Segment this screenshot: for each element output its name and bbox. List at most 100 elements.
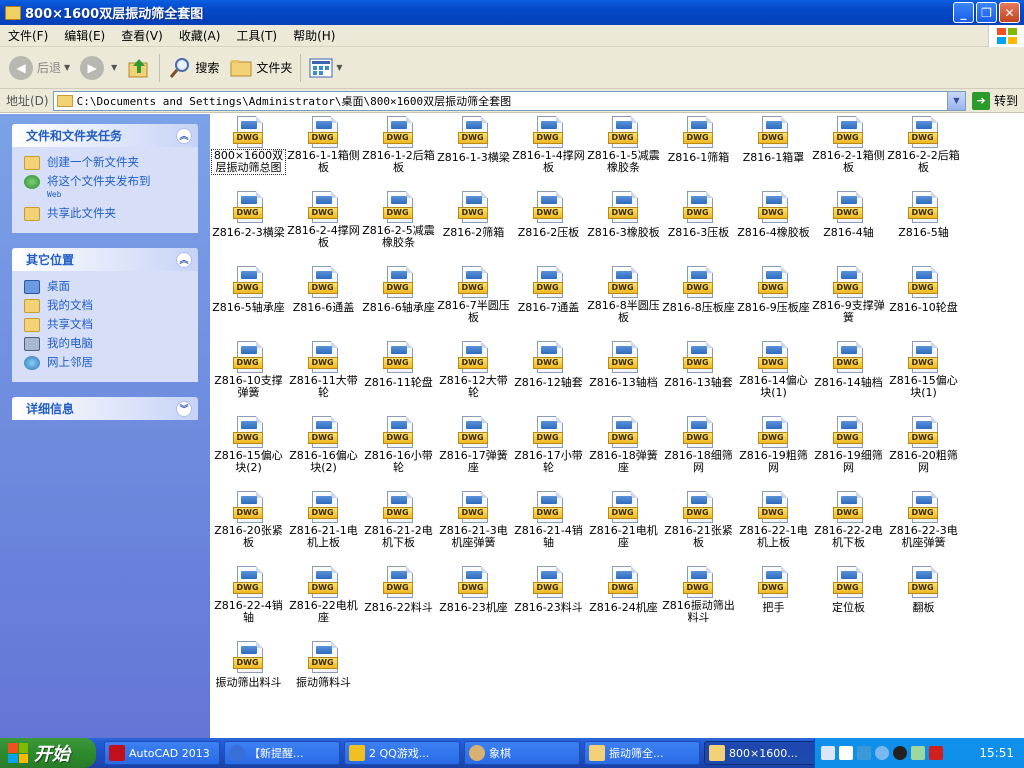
views-button[interactable]: ▼ bbox=[304, 51, 347, 85]
menu-favorites[interactable]: 收藏(A) bbox=[171, 25, 229, 47]
search-button[interactable]: 搜索 bbox=[163, 51, 224, 85]
collapse-chevron-icon[interactable]: ︽ bbox=[176, 127, 192, 144]
task-folder-current[interactable]: 800×1600... bbox=[704, 741, 820, 765]
place-my-computer[interactable]: 我的电脑 bbox=[24, 336, 188, 351]
file-item[interactable]: DWG 800×1600双层振动筛总图 bbox=[211, 116, 286, 175]
file-item[interactable]: DWG Z816-21-2电机下板 bbox=[362, 491, 435, 549]
file-item[interactable]: DWG Z816-21-4销轴 bbox=[512, 491, 585, 549]
qq-icon[interactable] bbox=[893, 746, 907, 760]
file-item[interactable]: DWG Z816-22料斗 bbox=[362, 566, 435, 614]
file-item[interactable]: DWG Z816-7半圆压板 bbox=[437, 266, 510, 324]
file-item[interactable]: DWG Z816-1-1箱侧板 bbox=[287, 116, 360, 174]
menu-edit[interactable]: 编辑(E) bbox=[56, 25, 113, 47]
file-item[interactable]: DWG Z816-1-2后箱板 bbox=[362, 116, 435, 174]
menu-file[interactable]: 文件(F) bbox=[0, 25, 56, 47]
file-item[interactable]: DWG Z816-12轴套 bbox=[512, 341, 585, 389]
file-item[interactable]: DWG Z816-24机座 bbox=[587, 566, 660, 614]
task-reminder[interactable]: 【新提醒... bbox=[224, 741, 340, 765]
file-item[interactable]: DWG Z816-2-3横梁 bbox=[212, 191, 285, 239]
file-item[interactable]: DWG Z816-22-2电机下板 bbox=[812, 491, 885, 549]
file-item[interactable]: DWG Z816-17弹簧座 bbox=[437, 416, 510, 474]
help-icon[interactable] bbox=[839, 746, 853, 760]
file-item[interactable]: DWG Z816-17小带轮 bbox=[512, 416, 585, 474]
volume-icon[interactable] bbox=[911, 746, 925, 760]
file-item[interactable]: DWG Z816-10轮盘 bbox=[887, 266, 960, 314]
place-shared-documents[interactable]: 共享文档 bbox=[24, 317, 188, 332]
file-item[interactable]: DWG Z816-22-4销轴 bbox=[212, 566, 285, 624]
task-publish-web[interactable]: 将这个文件夹发布到 Web bbox=[24, 174, 188, 202]
file-item[interactable]: DWG Z816-2-2后箱板 bbox=[887, 116, 960, 174]
file-item[interactable]: DWG Z816-21-3电机座弹簧 bbox=[437, 491, 510, 549]
file-item[interactable]: DWG Z816-13轴档 bbox=[587, 341, 660, 389]
keyboard-icon[interactable] bbox=[821, 746, 835, 760]
file-item[interactable]: DWG 翻板 bbox=[887, 566, 960, 614]
start-button[interactable]: 开始 bbox=[0, 738, 96, 768]
file-item[interactable]: DWG Z816-4轴 bbox=[812, 191, 885, 239]
file-item[interactable]: DWG Z816-3压板 bbox=[662, 191, 735, 239]
file-item[interactable]: DWG Z816-23料斗 bbox=[512, 566, 585, 614]
file-item[interactable]: DWG 振动筛料斗 bbox=[287, 641, 360, 689]
go-button[interactable]: ➔ 转到 bbox=[966, 91, 1024, 110]
file-item[interactable]: DWG Z816-16小带轮 bbox=[362, 416, 435, 474]
close-button[interactable]: ✕ bbox=[999, 2, 1020, 23]
file-item[interactable]: DWG Z816-7通盖 bbox=[512, 266, 585, 314]
file-item[interactable]: DWG Z816-6通盖 bbox=[287, 266, 360, 314]
file-item[interactable]: DWG Z816-22-1电机上板 bbox=[737, 491, 810, 549]
file-item[interactable]: DWG Z816-23机座 bbox=[437, 566, 510, 614]
file-item[interactable]: DWG Z816-2-5减震橡胶条 bbox=[362, 191, 435, 249]
file-item[interactable]: DWG Z816-12大带轮 bbox=[437, 341, 510, 399]
network-icon[interactable] bbox=[857, 746, 871, 760]
task-qq-games[interactable]: 2 QQ游戏... bbox=[344, 741, 460, 765]
menu-help[interactable]: 帮助(H) bbox=[285, 25, 343, 47]
file-item[interactable]: DWG Z816-2-1箱侧板 bbox=[812, 116, 885, 174]
file-item[interactable]: DWG Z816-16偏心块(2) bbox=[287, 416, 360, 474]
file-item[interactable]: DWG Z816-2压板 bbox=[512, 191, 585, 239]
file-item[interactable]: DWG Z816-18弹簧座 bbox=[587, 416, 660, 474]
file-item[interactable]: DWG Z816-18细筛网 bbox=[662, 416, 735, 474]
file-item[interactable]: DWG Z816-22-3电机座弹簧 bbox=[887, 491, 960, 549]
file-item[interactable]: DWG Z816-21张紧板 bbox=[662, 491, 735, 549]
panel-header[interactable]: 文件和文件夹任务 ︽ bbox=[12, 124, 198, 147]
file-item[interactable]: DWG Z816-1-5减震橡胶条 bbox=[587, 116, 660, 174]
task-share-folder[interactable]: 共享此文件夹 bbox=[24, 206, 188, 221]
file-item[interactable]: DWG Z816-9压板座 bbox=[737, 266, 810, 314]
forward-button[interactable]: ▶ ▼ bbox=[75, 51, 122, 85]
file-item[interactable]: DWG Z816-1-3横梁 bbox=[437, 116, 510, 164]
file-item[interactable]: DWG Z816-21-1电机上板 bbox=[287, 491, 360, 549]
file-item[interactable]: DWG 振动筛出料斗 bbox=[212, 641, 285, 689]
file-item[interactable]: DWG Z816-2-4撑网板 bbox=[287, 191, 360, 249]
menu-view[interactable]: 查看(V) bbox=[113, 25, 171, 47]
collapse-chevron-icon[interactable]: ︽ bbox=[176, 251, 192, 268]
place-my-documents[interactable]: 我的文档 bbox=[24, 298, 188, 313]
file-item[interactable]: DWG Z816-1筛箱 bbox=[662, 116, 735, 164]
menu-tools[interactable]: 工具(T) bbox=[228, 25, 285, 47]
panel-header[interactable]: 详细信息 ︾ bbox=[12, 397, 198, 420]
file-item[interactable]: DWG Z816-13轴套 bbox=[662, 341, 735, 389]
up-folder-button[interactable] bbox=[122, 51, 156, 85]
file-item[interactable]: DWG Z816-20粗筛网 bbox=[887, 416, 960, 474]
file-item[interactable]: DWG Z816-3橡胶板 bbox=[587, 191, 660, 239]
file-item[interactable]: DWG Z816-15偏心块(1) bbox=[887, 341, 960, 399]
file-item[interactable]: DWG Z816-19粗筛网 bbox=[737, 416, 810, 474]
file-item[interactable]: DWG Z816-5轴承座 bbox=[212, 266, 285, 314]
address-dropdown-button[interactable]: ▼ bbox=[946, 91, 965, 110]
minimize-button[interactable]: _ bbox=[953, 2, 974, 23]
place-desktop[interactable]: 桌面 bbox=[24, 279, 188, 294]
file-item[interactable]: DWG 定位板 bbox=[812, 566, 885, 614]
file-item[interactable]: DWG 把手 bbox=[737, 566, 810, 614]
file-item[interactable]: DWG Z816-11轮盘 bbox=[362, 341, 435, 389]
place-network[interactable]: 网上邻居 bbox=[24, 355, 188, 370]
file-item[interactable]: DWG Z816-1-4撑网板 bbox=[512, 116, 585, 174]
task-autocad[interactable]: AutoCAD 2013 bbox=[104, 741, 220, 765]
task-folder-vibrating-screen[interactable]: 振动筛全... bbox=[584, 741, 700, 765]
maximize-button[interactable]: ❐ bbox=[976, 2, 997, 23]
file-item[interactable]: DWG Z816-14轴档 bbox=[812, 341, 885, 389]
file-item[interactable]: DWG Z816-15偏心块(2) bbox=[212, 416, 285, 474]
file-item[interactable]: DWG Z816-11大带轮 bbox=[287, 341, 360, 399]
file-item[interactable]: DWG Z816-19细筛网 bbox=[812, 416, 885, 474]
file-item[interactable]: DWG Z816-22电机座 bbox=[287, 566, 360, 624]
task-new-folder[interactable]: 创建一个新文件夹 bbox=[24, 155, 188, 170]
panel-header[interactable]: 其它位置 ︽ bbox=[12, 248, 198, 271]
file-item[interactable]: DWG Z816-8压板座 bbox=[662, 266, 735, 314]
file-item[interactable]: DWG Z816-2筛箱 bbox=[437, 191, 510, 239]
